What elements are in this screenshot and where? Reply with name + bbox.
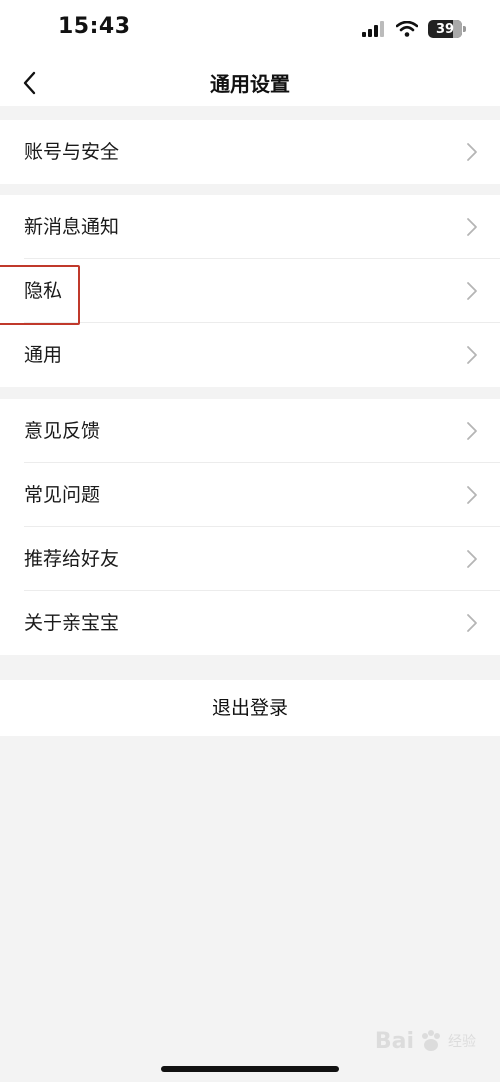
settings-item-feedback[interactable]: 意见反馈: [0, 399, 500, 463]
watermark-text: Bai: [374, 1028, 414, 1054]
page-title: 通用设置: [210, 72, 290, 96]
settings-item-label: 通用: [24, 344, 63, 366]
settings-item-account-security[interactable]: 账号与安全: [0, 120, 500, 184]
settings-item-general[interactable]: 通用: [0, 323, 500, 387]
signal-icon: [362, 21, 384, 37]
status-icons: 39: [362, 20, 466, 38]
paw-logo-icon: [422, 1030, 440, 1051]
logout-button[interactable]: 退出登录: [0, 680, 500, 736]
watermark-subtext: 经验: [448, 1034, 476, 1050]
home-indicator[interactable]: [161, 1066, 339, 1072]
chevron-right-icon: [467, 614, 477, 632]
settings-item-about[interactable]: 关于亲宝宝: [0, 591, 500, 655]
settings-item-label: 新消息通知: [24, 216, 120, 238]
settings-group-support: 意见反馈 常见问题 推荐给好友 关于亲宝宝: [0, 399, 500, 655]
settings-item-label: 推荐给好友: [24, 548, 120, 570]
settings-item-privacy[interactable]: 隐私: [0, 259, 500, 323]
settings-item-label: 常见问题: [24, 484, 101, 506]
settings-item-recommend[interactable]: 推荐给好友: [0, 527, 500, 591]
chevron-right-icon: [467, 422, 477, 440]
settings-item-label: 隐私: [24, 280, 63, 302]
nav-bar: 通用设置: [0, 60, 500, 106]
status-time: 15:43: [58, 14, 131, 39]
chevron-right-icon: [467, 346, 477, 364]
battery-cap: [463, 26, 466, 32]
settings-item-label: 意见反馈: [24, 420, 101, 442]
settings-group-account: 账号与安全: [0, 120, 500, 184]
settings-item-faq[interactable]: 常见问题: [0, 463, 500, 527]
settings-group-preferences: 新消息通知 隐私 通用: [0, 195, 500, 387]
battery-icon: 39: [428, 20, 466, 38]
settings-item-label: 账号与安全: [24, 141, 120, 163]
baidu-watermark: Bai 经验: [375, 1028, 476, 1054]
chevron-right-icon: [467, 218, 477, 236]
chevron-right-icon: [467, 486, 477, 504]
wifi-icon: [396, 21, 418, 37]
chevron-right-icon: [467, 550, 477, 568]
status-bar: 15:43 39: [0, 0, 500, 60]
settings-item-notifications[interactable]: 新消息通知: [0, 195, 500, 259]
battery-empty-portion: [453, 20, 462, 38]
battery-level: 39: [435, 21, 455, 37]
chevron-right-icon: [467, 143, 477, 161]
settings-item-label: 关于亲宝宝: [24, 612, 120, 634]
chevron-right-icon: [467, 282, 477, 300]
